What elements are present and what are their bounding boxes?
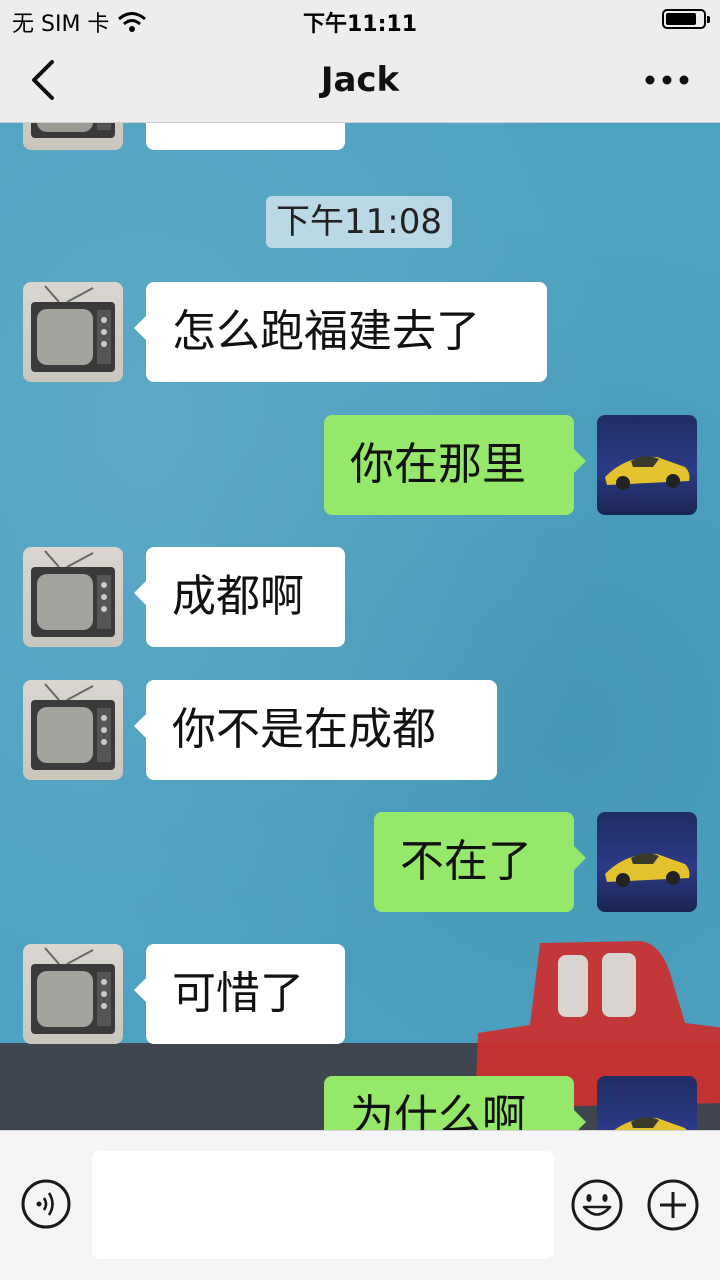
nav-bar: Jack (0, 40, 720, 123)
tv-avatar-icon (31, 123, 115, 138)
self-avatar[interactable] (597, 1076, 697, 1130)
emoji-icon[interactable] (570, 1178, 624, 1232)
status-time: 下午11:11 (302, 12, 418, 37)
message-bubble-outgoing[interactable]: 你在那里 (324, 415, 586, 515)
input-bar (0, 1130, 720, 1280)
message-text: 可惜了 (172, 968, 304, 1019)
contact-avatar[interactable] (23, 547, 123, 647)
self-avatar[interactable] (597, 812, 697, 912)
message-bubble-incoming[interactable]: 成都啊 (134, 547, 345, 647)
contact-avatar[interactable] (23, 282, 123, 382)
message-text: 你不是在成都 (172, 704, 436, 755)
self-avatar[interactable] (597, 415, 697, 515)
tv-avatar-icon (31, 285, 115, 372)
message-text: 成都啊 (172, 571, 304, 622)
tv-avatar-icon (31, 947, 115, 1034)
message-bubble-outgoing[interactable]: 为什么啊 (324, 1076, 586, 1130)
voice-icon[interactable] (20, 1178, 72, 1230)
tv-avatar-icon (31, 683, 115, 770)
message-bubble-incoming[interactable]: 可惜了 (134, 944, 345, 1044)
message-bubble-incoming[interactable]: 你不是在成都 (134, 680, 497, 780)
battery-icon (662, 9, 710, 29)
sports-car-avatar-icon (614, 1117, 687, 1130)
message-text: 不在了 (400, 836, 532, 887)
chat-area[interactable]: 下午11:08 怎么跑福建去了 你在那里 成都啊 你不是在成都 不在了 可惜了 … (0, 123, 720, 1130)
message-bubble-incoming[interactable] (146, 123, 345, 150)
sports-car-avatar-icon (605, 456, 690, 490)
message-text: 你在那里 (350, 439, 526, 490)
chat-title: Jack (320, 60, 400, 100)
message-timestamp: 下午11:08 (266, 196, 452, 248)
message-input[interactable] (92, 1151, 554, 1259)
message-text: 怎么跑福建去了 (172, 306, 480, 357)
sports-car-avatar-icon (605, 853, 690, 887)
status-bar: 无 SIM 卡 下午11:11 (0, 0, 720, 40)
contact-avatar[interactable] (23, 123, 123, 150)
message-bubble-outgoing[interactable]: 不在了 (374, 812, 586, 912)
contact-avatar[interactable] (23, 680, 123, 780)
message-text: 为什么啊 (350, 1091, 526, 1130)
tv-avatar-icon (31, 550, 115, 637)
contact-avatar[interactable] (23, 944, 123, 1044)
message-bubble-incoming[interactable]: 怎么跑福建去了 (134, 282, 547, 382)
plus-icon[interactable] (646, 1178, 700, 1232)
more-dots-icon[interactable] (642, 60, 692, 100)
